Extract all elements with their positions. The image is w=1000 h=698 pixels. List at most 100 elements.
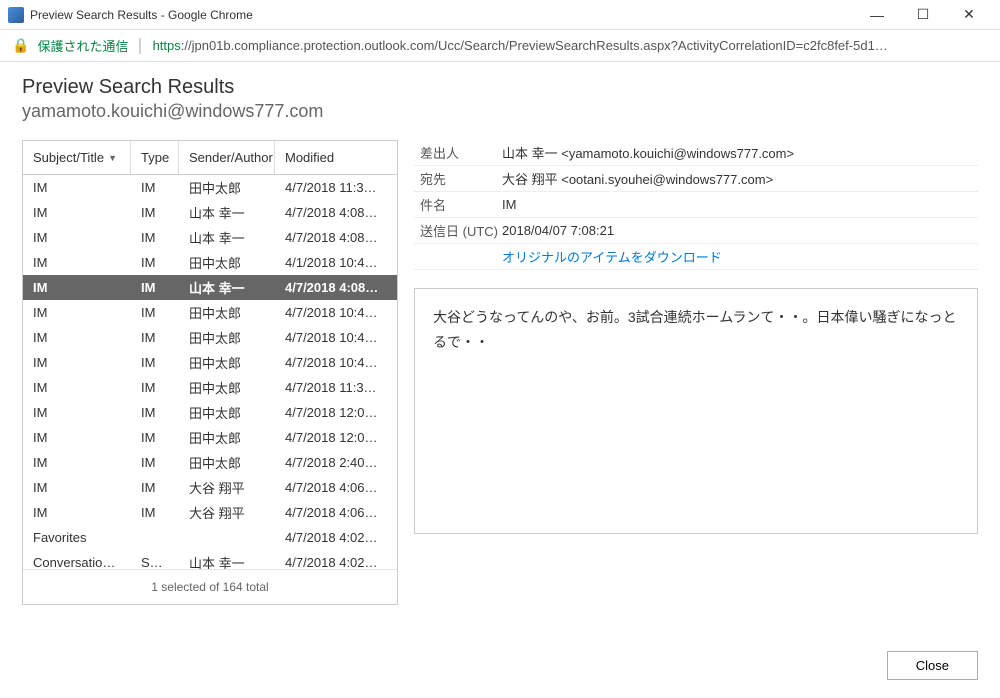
cell-sender: 田中太郎 <box>179 353 275 372</box>
cell-subject: IM <box>23 280 131 295</box>
table-row[interactable]: IMIM田中太郎4/7/2018 12:0… <box>23 400 397 425</box>
meta-from-value: 山本 幸一 <yamamoto.kouichi@windows777.com> <box>502 143 978 162</box>
cell-type: Sky… <box>131 555 179 569</box>
table-row[interactable]: Favorites 4/7/2018 4:02… <box>23 525 397 550</box>
cell-type: IM <box>131 255 179 270</box>
page-subtitle: yamamoto.kouichi@windows777.com <box>22 101 978 122</box>
cell-sender: 大谷 翔平 <box>179 478 275 497</box>
meta-to-row: 宛先 大谷 翔平 <ootani.syouhei@windows777.com> <box>414 166 978 192</box>
cell-subject: Favorites <box>23 530 131 545</box>
table-row[interactable]: IMIM田中太郎4/7/2018 10:4… <box>23 325 397 350</box>
lock-icon: 🔒 <box>12 37 29 54</box>
cell-sender: 山本 幸一 <box>179 228 275 247</box>
cell-modified: 4/7/2018 10:4… <box>275 330 397 345</box>
table-row[interactable]: IMIM田中太郎4/7/2018 10:4… <box>23 300 397 325</box>
cell-sender: 山本 幸一 <box>179 553 275 569</box>
column-type[interactable]: Type <box>131 141 179 174</box>
meta-sent-value: 2018/04/07 7:08:21 <box>502 223 978 238</box>
cell-subject: IM <box>23 455 131 470</box>
column-sender[interactable]: Sender/Author <box>179 141 275 174</box>
cell-subject: IM <box>23 355 131 370</box>
cell-sender: 田中太郎 <box>179 403 275 422</box>
cell-subject: IM <box>23 405 131 420</box>
cell-type: IM <box>131 230 179 245</box>
favicon-icon <box>8 7 24 23</box>
meta-to-label: 宛先 <box>414 169 502 188</box>
table-footer: 1 selected of 164 total <box>23 569 397 604</box>
table-row[interactable]: IMIM田中太郎4/7/2018 10:4… <box>23 350 397 375</box>
cell-subject: IM <box>23 305 131 320</box>
window-close-button[interactable]: ✕ <box>946 0 992 30</box>
table-row[interactable]: IMIM大谷 翔平4/7/2018 4:06… <box>23 475 397 500</box>
table-row[interactable]: IMIM山本 幸一4/7/2018 4:08… <box>23 225 397 250</box>
table-row[interactable]: IMIM田中太郎4/7/2018 2:40… <box>23 450 397 475</box>
cell-type: IM <box>131 305 179 320</box>
close-button[interactable]: Close <box>887 651 978 680</box>
cell-modified: 4/7/2018 4:02… <box>275 530 397 545</box>
cell-modified: 4/7/2018 4:08… <box>275 205 397 220</box>
cell-subject: Conversation … <box>23 555 131 569</box>
maximize-button[interactable]: ☐ <box>900 0 946 30</box>
cell-type: IM <box>131 180 179 195</box>
cell-modified: 4/7/2018 12:0… <box>275 405 397 420</box>
table-row[interactable]: IMIM山本 幸一4/7/2018 4:08… <box>23 275 397 300</box>
page-title: Preview Search Results <box>22 76 978 99</box>
cell-subject: IM <box>23 480 131 495</box>
cell-modified: 4/7/2018 10:4… <box>275 355 397 370</box>
secure-label: 保護された通信 <box>37 36 128 55</box>
cell-subject: IM <box>23 505 131 520</box>
url-separator: │ <box>136 38 144 53</box>
cell-sender: 田中太郎 <box>179 178 275 197</box>
cell-type: IM <box>131 355 179 370</box>
table-row[interactable]: IMIM山本 幸一4/7/2018 4:08… <box>23 200 397 225</box>
cell-type: IM <box>131 280 179 295</box>
cell-type: IM <box>131 380 179 395</box>
window-titlebar: Preview Search Results - Google Chrome —… <box>0 0 1000 30</box>
cell-modified: 4/1/2018 10:4… <box>275 255 397 270</box>
cell-sender: 田中太郎 <box>179 428 275 447</box>
cell-type: IM <box>131 480 179 495</box>
results-panel: Subject/Title ▼ Type Sender/Author Modif… <box>22 140 398 605</box>
cell-sender: 田中太郎 <box>179 303 275 322</box>
cell-subject: IM <box>23 430 131 445</box>
table-row[interactable]: IMIM大谷 翔平4/7/2018 4:06… <box>23 500 397 525</box>
cell-modified: 4/7/2018 4:08… <box>275 230 397 245</box>
table-row[interactable]: IMIM田中太郎4/7/2018 11:3… <box>23 375 397 400</box>
cell-sender: 田中太郎 <box>179 378 275 397</box>
table-row[interactable]: IMIM田中太郎4/7/2018 12:0… <box>23 425 397 450</box>
url-display[interactable]: https://jpn01b.compliance.protection.out… <box>153 38 988 53</box>
cell-type: IM <box>131 505 179 520</box>
meta-from-label: 差出人 <box>414 143 502 162</box>
cell-sender: 山本 幸一 <box>179 203 275 222</box>
meta-subject-label: 件名 <box>414 195 502 214</box>
cell-subject: IM <box>23 380 131 395</box>
cell-modified: 4/7/2018 4:06… <box>275 505 397 520</box>
cell-modified: 4/7/2018 12:0… <box>275 430 397 445</box>
detail-panel: 差出人 山本 幸一 <yamamoto.kouichi@windows777.c… <box>414 140 978 605</box>
cell-modified: 4/7/2018 11:3… <box>275 180 397 195</box>
cell-subject: IM <box>23 205 131 220</box>
cell-modified: 4/7/2018 4:02… <box>275 555 397 569</box>
table-row[interactable]: IMIM田中太郎4/7/2018 11:3… <box>23 175 397 200</box>
download-link[interactable]: オリジナルのアイテムをダウンロード <box>502 250 722 265</box>
cell-modified: 4/7/2018 11:3… <box>275 380 397 395</box>
minimize-button[interactable]: — <box>854 0 900 30</box>
table-row[interactable]: IMIM田中太郎4/1/2018 10:4… <box>23 250 397 275</box>
cell-type: IM <box>131 205 179 220</box>
table-row[interactable]: Conversation …Sky…山本 幸一4/7/2018 4:02… <box>23 550 397 569</box>
meta-sent-label: 送信日 (UTC) <box>414 221 502 240</box>
cell-sender: 田中太郎 <box>179 328 275 347</box>
cell-subject: IM <box>23 180 131 195</box>
meta-sent-row: 送信日 (UTC) 2018/04/07 7:08:21 <box>414 218 978 244</box>
cell-modified: 4/7/2018 10:4… <box>275 305 397 320</box>
column-modified[interactable]: Modified <box>275 141 397 174</box>
sort-arrow-icon: ▼ <box>108 153 117 163</box>
column-subject[interactable]: Subject/Title ▼ <box>23 141 131 174</box>
table-header: Subject/Title ▼ Type Sender/Author Modif… <box>23 141 397 175</box>
cell-type: IM <box>131 330 179 345</box>
address-bar: 🔒 保護された通信 │ https://jpn01b.compliance.pr… <box>0 30 1000 62</box>
cell-subject: IM <box>23 255 131 270</box>
cell-sender: 田中太郎 <box>179 453 275 472</box>
window-title: Preview Search Results - Google Chrome <box>30 8 854 22</box>
meta-from-row: 差出人 山本 幸一 <yamamoto.kouichi@windows777.c… <box>414 140 978 166</box>
